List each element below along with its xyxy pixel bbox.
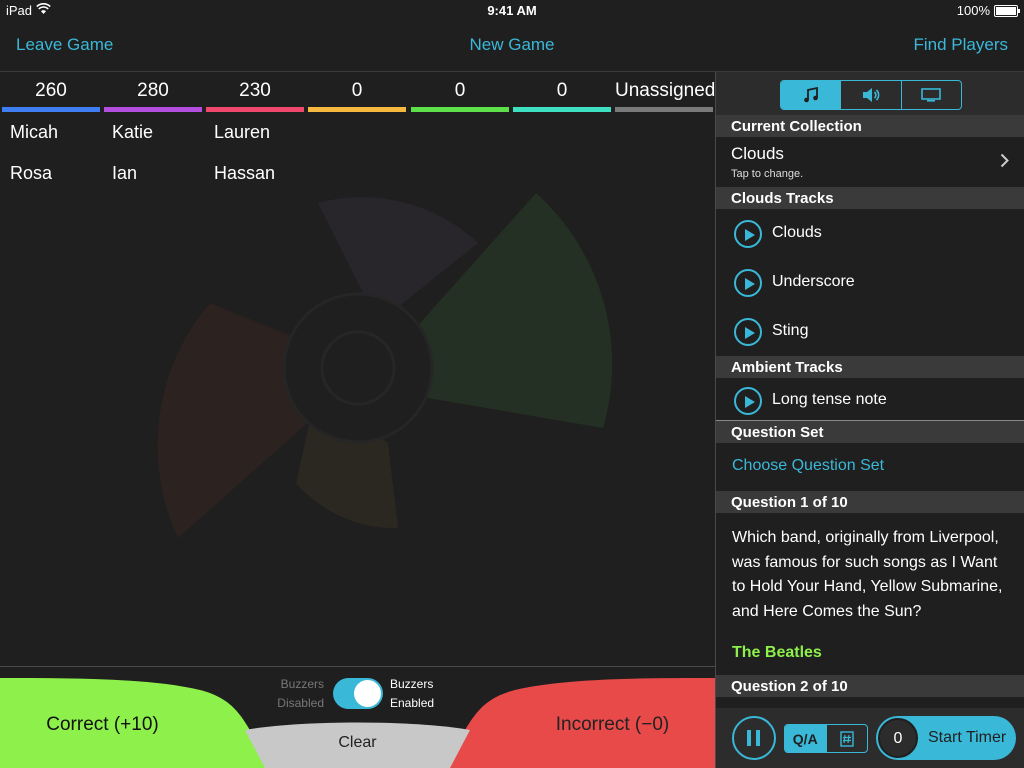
collection-hint: Tap to change.	[731, 168, 804, 180]
team-score: 0	[351, 80, 363, 101]
track-item[interactable]: Underscore	[716, 259, 1024, 308]
start-timer-label: Start Timer	[928, 729, 1007, 746]
buzzers-disabled-line2: Disabled	[277, 696, 324, 710]
clear-button[interactable]: Clear	[300, 734, 415, 752]
team-column-green[interactable]: 0	[411, 72, 509, 112]
team-score: 0	[454, 80, 466, 101]
player-name[interactable]: Katie	[112, 122, 153, 143]
chevron-right-icon	[1000, 153, 1009, 173]
team-color-bar	[615, 107, 713, 112]
team-column-orange[interactable]: 0	[308, 72, 406, 112]
section-header-label: Ambient Tracks	[731, 359, 843, 376]
tab-display[interactable]	[900, 81, 961, 109]
question-set-header: Question Set	[716, 421, 1024, 443]
answer-text: The Beatles	[732, 644, 822, 661]
play-icon[interactable]	[734, 387, 762, 415]
team-color-bar	[206, 107, 304, 112]
buzzer-wheel-graphic	[157, 193, 613, 538]
new-game-button[interactable]: New Game	[0, 35, 1024, 55]
team-score: 230	[239, 80, 271, 101]
choose-question-set-link[interactable]: Choose Question Set	[732, 457, 884, 475]
track-label: Sting	[772, 322, 809, 339]
tab-music[interactable]	[781, 81, 841, 109]
player-name[interactable]: Ian	[112, 163, 137, 184]
team-score: Unassigned	[615, 80, 716, 101]
team-color-bar	[513, 107, 611, 112]
pause-button[interactable]	[732, 716, 776, 760]
team-column-pink[interactable]: 230	[206, 72, 304, 112]
find-players-button[interactable]: Find Players	[914, 35, 1008, 55]
team-score: 280	[137, 80, 169, 101]
toggle-knob	[354, 680, 381, 707]
track-item[interactable]: Clouds	[716, 210, 1024, 259]
team-color-bar	[411, 107, 509, 112]
buzzers-toggle[interactable]	[333, 678, 383, 709]
track-label: Clouds	[772, 224, 822, 241]
correct-button[interactable]: Correct (+10)	[0, 714, 205, 736]
team-column-purple[interactable]: 280	[104, 72, 202, 112]
player-name[interactable]: Rosa	[10, 163, 52, 184]
music-note-icon	[803, 87, 818, 103]
question-text: Which band, originally from Liverpool, w…	[732, 529, 1003, 620]
collection-selector[interactable]: Clouds Tap to change.	[716, 137, 1024, 187]
tracks-header: Clouds Tracks	[716, 187, 1024, 209]
ambient-track-item[interactable]: Long tense note	[716, 378, 1024, 421]
collection-name: Clouds	[731, 144, 784, 163]
buzzers-enabled-line1: Buzzers	[390, 677, 434, 691]
status-bar: iPad 9:41 AM 100%	[0, 0, 1024, 20]
monitor-icon	[921, 88, 942, 102]
pause-icon	[746, 729, 762, 752]
play-icon[interactable]	[734, 318, 762, 346]
play-icon[interactable]	[734, 269, 762, 297]
section-header-label: Question 2 of 10	[731, 678, 848, 695]
display-mode-segment: Q/A	[784, 724, 868, 753]
navigation-bar: Leave Game New Game Find Players	[0, 20, 1024, 72]
incorrect-button[interactable]: Incorrect (−0)	[510, 714, 715, 736]
buzzers-enabled-label: Buzzers Enabled	[390, 675, 434, 713]
current-collection-header: Current Collection	[716, 115, 1024, 137]
timer-display: 0	[878, 718, 918, 758]
section-header-label: Clouds Tracks	[731, 190, 834, 207]
player-name[interactable]: Micah	[10, 122, 58, 143]
section-header-label: Question Set	[731, 424, 824, 441]
section-header-label: Current Collection	[731, 118, 862, 135]
battery-percent: 100%	[956, 3, 990, 18]
buzzers-disabled-line1: Buzzers	[280, 677, 324, 691]
question-1-header: Question 1 of 10	[716, 491, 1024, 513]
player-name[interactable]: Hassan	[214, 163, 275, 184]
team-color-bar	[308, 107, 406, 112]
panel-segmented-control	[780, 80, 962, 110]
speaker-icon	[862, 88, 880, 102]
start-timer-button[interactable]: 0 Start Timer	[876, 716, 1016, 760]
player-name[interactable]: Lauren	[214, 122, 270, 143]
tab-sound[interactable]	[840, 81, 900, 109]
track-item[interactable]: Sting	[716, 308, 1024, 357]
team-column-blue[interactable]: 260	[2, 72, 100, 112]
buzzers-disabled-label: Buzzers Disabled	[262, 675, 324, 713]
section-header-label: Question 1 of 10	[731, 494, 848, 511]
qa-mode-button[interactable]: Q/A	[785, 725, 826, 752]
battery-icon	[994, 5, 1020, 17]
team-column-teal[interactable]: 0	[513, 72, 611, 112]
track-label: Underscore	[772, 273, 855, 290]
bottom-divider	[0, 666, 715, 667]
play-icon[interactable]	[734, 220, 762, 248]
scoreboard-mode-button[interactable]	[825, 725, 868, 752]
scoreboard-icon	[840, 730, 854, 747]
team-score: 260	[35, 80, 67, 101]
question-2-header: Question 2 of 10	[716, 675, 1024, 697]
track-label: Long tense note	[772, 391, 887, 408]
leave-game-button[interactable]: Leave Game	[16, 35, 113, 55]
team-column-unassigned[interactable]: Unassigned	[615, 72, 716, 112]
buzzers-enabled-line2: Enabled	[390, 696, 435, 710]
team-score: 0	[556, 80, 568, 101]
team-color-bar	[2, 107, 100, 112]
ambient-tracks-header: Ambient Tracks	[716, 356, 1024, 378]
clock: 9:41 AM	[487, 3, 537, 18]
team-color-bar	[104, 107, 202, 112]
timer-value: 0	[893, 730, 903, 747]
